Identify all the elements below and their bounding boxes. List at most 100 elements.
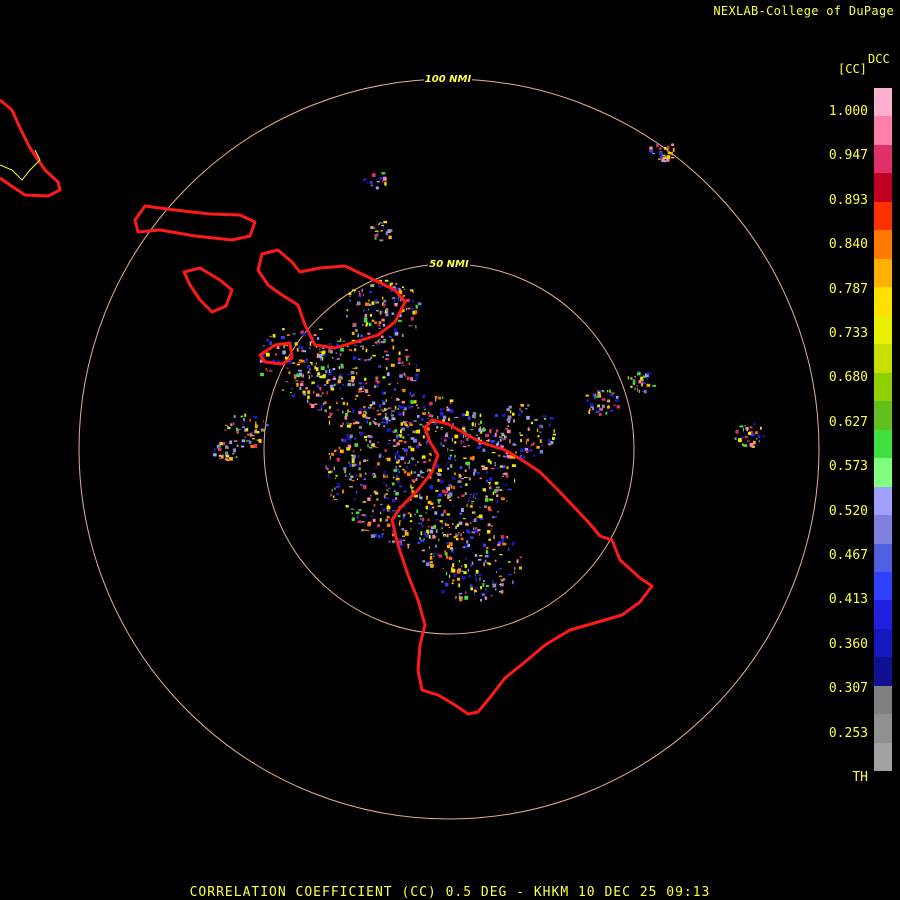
radar-return-pixel	[463, 457, 467, 459]
radar-return-pixel	[315, 393, 320, 397]
radar-return-pixel	[379, 177, 384, 180]
radar-return-pixel	[463, 571, 467, 574]
radar-return-pixel	[649, 146, 653, 150]
radar-return-pixel	[445, 437, 447, 440]
color-scale-swatch	[874, 685, 892, 715]
radar-return-pixel	[432, 534, 435, 539]
radar-return-pixel	[417, 407, 420, 409]
color-scale-swatch	[874, 515, 892, 544]
radar-return-pixel	[398, 405, 400, 407]
radar-return-pixel	[474, 587, 478, 589]
radar-return-pixel	[307, 395, 310, 399]
radar-return-pixel	[321, 392, 324, 395]
radar-return-pixel	[242, 426, 245, 429]
radar-return-pixel	[489, 429, 492, 433]
radar-return-pixel	[378, 223, 380, 226]
radar-return-pixel	[501, 497, 505, 501]
radar-return-pixel	[357, 333, 359, 338]
radar-return-pixel	[477, 529, 481, 532]
radar-return-pixel	[229, 440, 233, 445]
radar-return-pixel	[399, 520, 402, 522]
radar-return-pixel	[742, 443, 744, 446]
radar-return-pixel	[520, 448, 524, 453]
radar-return-pixel	[412, 393, 415, 397]
radar-return-pixel	[384, 392, 386, 394]
radar-return-pixel	[757, 434, 761, 438]
radar-return-pixel	[323, 354, 327, 356]
radar-return-pixel	[445, 571, 448, 576]
radar-return-pixel	[286, 344, 288, 347]
radar-return-pixel	[361, 324, 364, 326]
radar-return-pixel	[461, 576, 466, 580]
radar-return-pixel	[387, 457, 391, 462]
radar-return-pixel	[601, 389, 605, 393]
radar-return-pixel	[470, 588, 473, 591]
radar-return-pixel	[513, 571, 516, 574]
radar-return-pixel	[397, 455, 401, 458]
radar-return-pixel	[232, 452, 235, 455]
radar-return-pixel	[320, 357, 322, 361]
radar-return-pixel	[391, 297, 396, 300]
radar-return-pixel	[506, 500, 508, 503]
radar-return-pixel	[224, 424, 228, 426]
radar-return-pixel	[449, 499, 452, 502]
radar-return-pixel	[500, 535, 504, 539]
color-scale-tick: 0.840	[828, 237, 868, 253]
radar-map: 100 NMI 50 NMI	[0, 73, 820, 820]
radar-return-pixel	[373, 504, 376, 507]
radar-return-pixel	[496, 489, 500, 492]
radar-return-pixel	[353, 422, 355, 425]
radar-return-pixel	[422, 412, 426, 415]
radar-return-pixel	[422, 517, 425, 522]
radar-return-pixel	[393, 439, 396, 442]
radar-return-pixel	[417, 461, 419, 463]
radar-return-pixel	[464, 477, 468, 478]
radar-return-pixel	[388, 335, 392, 338]
radar-return-pixel	[324, 384, 327, 386]
radar-return-pixel	[319, 375, 323, 379]
radar-return-pixel	[333, 384, 336, 386]
radar-return-pixel	[434, 511, 438, 515]
radar-return-pixel	[307, 390, 311, 395]
radar-return-pixel	[478, 428, 482, 432]
radar-return-pixel	[449, 454, 453, 457]
radar-return-pixel	[332, 368, 336, 371]
radar-return-pixel	[636, 387, 638, 392]
radar-return-pixel	[385, 518, 388, 522]
radar-return-pixel	[453, 486, 455, 490]
radar-return-pixel	[484, 555, 489, 558]
radar-return-pixel	[383, 425, 385, 428]
radar-return-pixel	[386, 428, 391, 432]
radar-return-pixel	[218, 443, 220, 446]
radar-return-pixel	[372, 518, 376, 523]
color-scale-swatch	[874, 88, 892, 117]
radar-return-pixel	[466, 529, 470, 533]
radar-return-pixel	[373, 407, 375, 410]
radar-return-pixel	[452, 563, 455, 568]
radar-return-pixel	[632, 381, 636, 385]
radar-return-pixel	[378, 535, 381, 539]
color-scale-swatch	[874, 543, 892, 572]
radar-return-pixel	[485, 497, 489, 502]
radar-return-pixel	[457, 577, 461, 581]
radar-return-pixel	[478, 514, 483, 519]
radar-return-pixel	[459, 475, 462, 478]
radar-return-pixel	[342, 401, 345, 405]
radar-return-pixel	[521, 410, 523, 413]
radar-return-pixel	[480, 599, 482, 602]
radar-return-pixel	[360, 448, 362, 451]
radar-return-pixel	[486, 546, 489, 549]
radar-return-pixel	[251, 431, 253, 434]
radar-return-pixel	[412, 459, 415, 461]
radar-return-pixel	[376, 223, 378, 225]
credit-label: NEXLAB-College of DuPage	[713, 4, 894, 18]
radar-return-pixel	[460, 533, 463, 537]
radar-return-pixel	[734, 437, 737, 440]
radar-return-pixel	[475, 569, 479, 574]
radar-return-pixel	[320, 405, 323, 409]
radar-return-pixel	[499, 554, 503, 556]
radar-return-pixel	[458, 583, 461, 588]
radar-return-pixel	[482, 593, 485, 596]
radar-return-pixel	[605, 411, 608, 415]
radar-return-pixel	[365, 322, 369, 325]
